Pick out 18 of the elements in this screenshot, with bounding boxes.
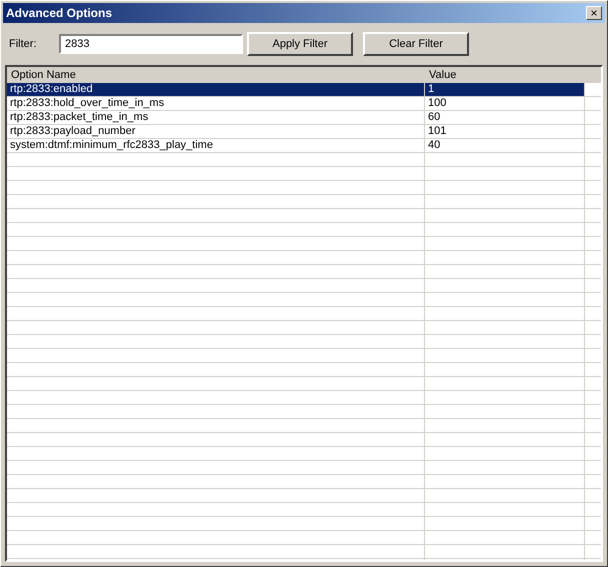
table-cell[interactable]: 100	[425, 97, 585, 110]
table-cell[interactable]: 101	[425, 125, 585, 138]
table-cell[interactable]: system:dtmf:minimum_rfc2833_play_time	[7, 139, 425, 152]
window-title: Advanced Options	[6, 5, 112, 22]
table-cell[interactable]: rtp:2833:hold_over_time_in_ms	[7, 97, 425, 110]
column-header[interactable]: Value	[425, 67, 585, 83]
filter-field[interactable]: 2833	[59, 34, 243, 54]
table-cell[interactable]: rtp:2833:payload_number	[7, 125, 425, 138]
table-cell[interactable]: 60	[425, 111, 585, 124]
table-cell[interactable]: 1	[425, 83, 585, 96]
filter-button[interactable]: Clear Filter	[363, 32, 469, 56]
filter-label: Filter:	[9, 36, 38, 52]
table-cell[interactable]: rtp:2833:enabled	[7, 83, 425, 96]
close-button[interactable]: ×	[586, 6, 602, 20]
column-header[interactable]: Option Name	[7, 67, 425, 83]
filter-button[interactable]: Apply Filter	[247, 32, 353, 56]
table-cell[interactable]: 40	[425, 139, 585, 152]
table-cell[interactable]: rtp:2833:packet_time_in_ms	[7, 111, 425, 124]
